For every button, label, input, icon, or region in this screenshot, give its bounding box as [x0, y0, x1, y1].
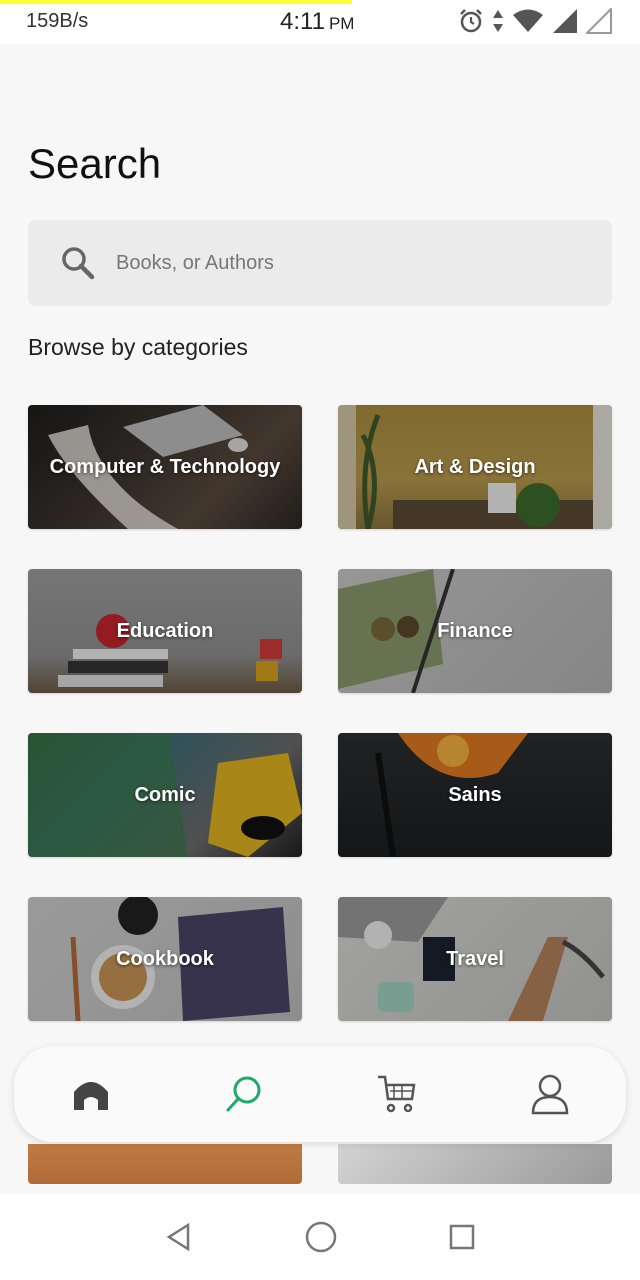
category-cookbook[interactable]: Cookbook [28, 897, 302, 1021]
cart-icon [377, 1075, 415, 1113]
categories-heading: Browse by categories [28, 334, 248, 360]
bottom-navigation [14, 1046, 626, 1142]
signal-icon [553, 9, 577, 33]
category-label: Finance [437, 619, 513, 642]
category-label: Education [116, 619, 214, 642]
signal-empty-icon [586, 8, 612, 34]
nav-search[interactable] [214, 1064, 274, 1124]
category-sains[interactable]: Sains [338, 733, 612, 857]
wifi-icon [513, 9, 543, 32]
search-input[interactable] [114, 250, 578, 276]
status-accent-line [0, 0, 352, 4]
page-title: Search [28, 140, 162, 187]
alarm-icon [460, 9, 482, 33]
status-bar: 159B/s 4:11 PM [0, 0, 640, 44]
home-circle-icon[interactable] [304, 1220, 338, 1254]
search-icon [62, 247, 95, 280]
category-label: Sains [448, 783, 502, 806]
category-comic[interactable]: Comic [28, 733, 302, 857]
clock-ampm: PM [328, 14, 355, 33]
category-label: Travel [446, 947, 504, 970]
back-icon[interactable] [164, 1222, 194, 1252]
category-finance[interactable]: Finance [338, 569, 612, 693]
network-speed: 159B/s [26, 10, 89, 32]
category-card-partial-right[interactable] [338, 1144, 612, 1184]
nav-profile[interactable] [520, 1064, 580, 1124]
nav-home[interactable] [61, 1064, 121, 1124]
category-art-design[interactable]: Art & Design [338, 405, 612, 529]
search-icon [226, 1076, 260, 1112]
home-icon [73, 1082, 108, 1110]
clock: 4:11 PM [280, 8, 354, 36]
category-computer-technology[interactable]: Computer & Technology [28, 405, 302, 529]
category-label: Art & Design [414, 455, 536, 478]
clock-time: 4:11 [280, 8, 325, 35]
nav-cart[interactable] [367, 1064, 427, 1124]
category-education[interactable]: Education [28, 569, 302, 693]
profile-icon [531, 1074, 568, 1115]
category-travel[interactable]: Travel [338, 897, 612, 1021]
category-label: Computer & Technology [49, 455, 281, 478]
search-box[interactable] [28, 220, 612, 306]
data-arrows-icon [493, 10, 503, 32]
system-navigation-bar [0, 1194, 640, 1280]
status-icons [458, 8, 612, 34]
recents-icon[interactable] [448, 1223, 476, 1251]
category-label: Comic [134, 783, 196, 806]
category-label: Cookbook [116, 947, 214, 970]
category-card-partial-left[interactable] [28, 1144, 302, 1184]
